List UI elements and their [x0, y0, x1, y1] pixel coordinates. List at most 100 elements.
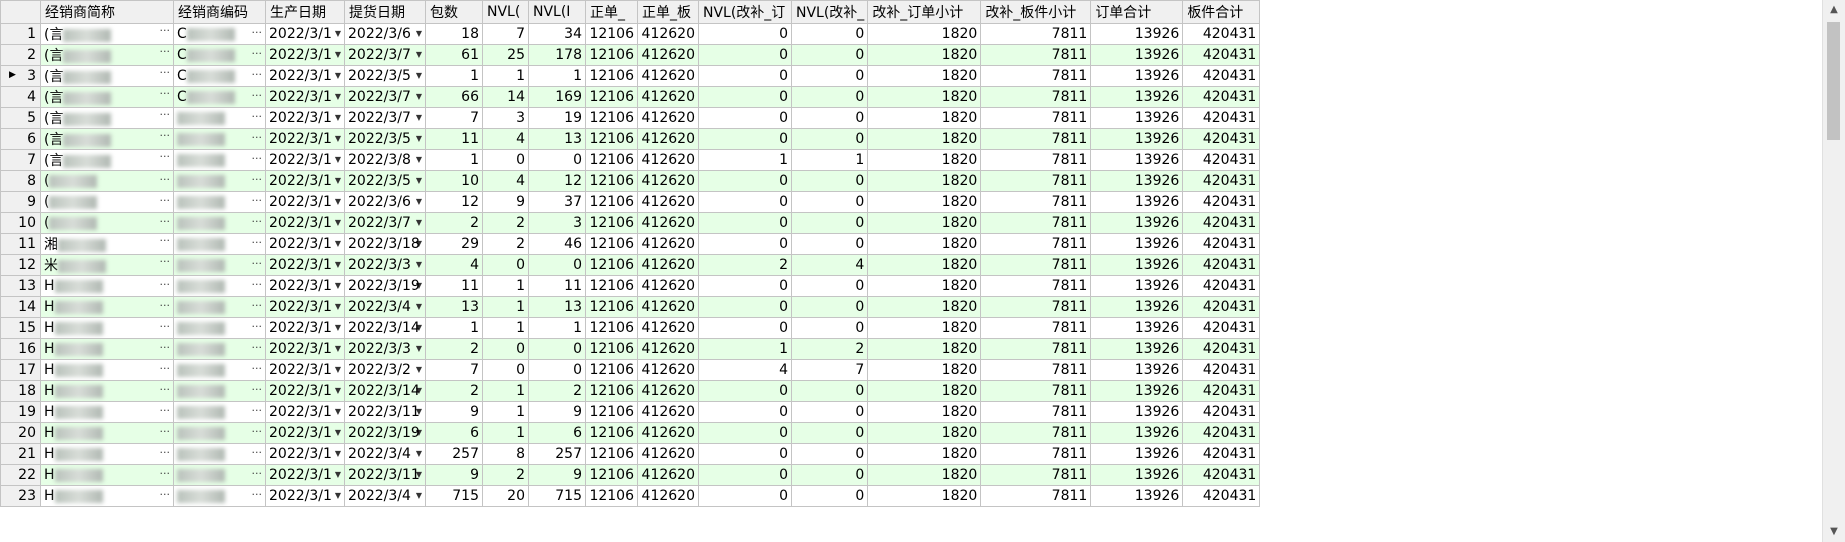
cell-t2[interactable]: 420431: [1182, 212, 1261, 234]
dropdown-arrow-icon[interactable]: ▼: [416, 218, 422, 227]
cell-code[interactable]: ···: [173, 107, 266, 129]
cell-pk[interactable]: 1: [425, 149, 483, 171]
cell-pick[interactable]: ▼ 2022/3/19: [344, 422, 426, 444]
cell-v1[interactable]: 0: [482, 359, 529, 381]
cell-name[interactable]: ··· H: [40, 422, 174, 444]
cell-t2[interactable]: 420431: [1182, 359, 1261, 381]
cell-code[interactable]: ···: [173, 401, 266, 423]
cell-pick[interactable]: ▼ 2022/3/3: [344, 338, 426, 360]
ellipsis-button[interactable]: ···: [252, 152, 263, 165]
ellipsis-button[interactable]: ···: [160, 88, 171, 101]
row-header[interactable]: 15: [0, 317, 41, 339]
cell-prod[interactable]: ▼ 2022/3/1: [265, 317, 345, 339]
cell-prod[interactable]: ▼ 2022/3/1: [265, 485, 345, 507]
cell-prod[interactable]: ▼ 2022/3/1: [265, 128, 345, 150]
dropdown-arrow-icon[interactable]: ▼: [335, 113, 341, 122]
cell-s2[interactable]: 7811: [980, 44, 1092, 66]
cell-pk[interactable]: 13: [425, 296, 483, 318]
cell-v1[interactable]: 1: [482, 422, 529, 444]
cell-t1[interactable]: 13926: [1090, 443, 1184, 465]
row-header[interactable]: 20: [0, 422, 41, 444]
cell-g1[interactable]: 0: [698, 380, 792, 402]
cell-t1[interactable]: 13926: [1090, 401, 1184, 423]
cell-pk[interactable]: 2: [425, 380, 483, 402]
row-header[interactable]: 17: [0, 359, 41, 381]
cell-t2[interactable]: 420431: [1182, 443, 1261, 465]
dropdown-arrow-icon[interactable]: ▼: [335, 218, 341, 227]
cell-t1[interactable]: 13926: [1090, 233, 1184, 255]
cell-s1[interactable]: 1820: [867, 86, 982, 108]
cell-s2[interactable]: 7811: [980, 464, 1092, 486]
cell-v2[interactable]: 37: [528, 191, 586, 213]
ellipsis-button[interactable]: ···: [160, 362, 171, 375]
ellipsis-button[interactable]: ···: [252, 320, 263, 333]
cell-s1[interactable]: 1820: [867, 44, 982, 66]
cell-g1[interactable]: 0: [698, 191, 792, 213]
ellipsis-button[interactable]: ···: [160, 25, 171, 38]
cell-g1[interactable]: 0: [698, 401, 792, 423]
ellipsis-button[interactable]: ···: [252, 278, 263, 291]
cell-g2[interactable]: 0: [790, 65, 869, 87]
data-grid[interactable]: 经销商简称 经销商编码 生产日期 提货日期 包数 NVL( NVL(I 正单_ …: [0, 0, 1822, 542]
cell-pk[interactable]: 9: [425, 464, 483, 486]
cell-t2[interactable]: 420431: [1182, 401, 1261, 423]
ellipsis-button[interactable]: ···: [160, 256, 171, 269]
cell-v1[interactable]: 4: [482, 170, 529, 192]
dropdown-arrow-icon[interactable]: ▼: [416, 134, 422, 143]
cell-t2[interactable]: 420431: [1182, 107, 1261, 129]
table-row[interactable]: 2 ··· (言 ··· C ▼ 2022/3/1 ▼ 2022/3/7 61 25 178 12106…: [0, 44, 1261, 66]
cell-g1[interactable]: 0: [698, 443, 792, 465]
cell-z2[interactable]: 412620: [637, 149, 699, 171]
cell-g2[interactable]: 0: [790, 296, 869, 318]
cell-g1[interactable]: 0: [698, 464, 792, 486]
cell-v2[interactable]: 257: [528, 443, 586, 465]
ellipsis-button[interactable]: ···: [252, 404, 263, 417]
cell-g1[interactable]: 0: [698, 485, 792, 507]
cell-g1[interactable]: 1: [698, 338, 792, 360]
ellipsis-button[interactable]: ···: [252, 383, 263, 396]
cell-t2[interactable]: 420431: [1182, 380, 1261, 402]
cell-name[interactable]: ··· H: [40, 464, 174, 486]
cell-v1[interactable]: 0: [482, 254, 529, 276]
cell-g1[interactable]: 0: [698, 44, 792, 66]
dropdown-arrow-icon[interactable]: ▼: [416, 92, 422, 101]
cell-z1[interactable]: 12106: [585, 359, 638, 381]
cell-t1[interactable]: 13926: [1090, 212, 1184, 234]
cell-pick[interactable]: ▼ 2022/3/11: [344, 464, 426, 486]
cell-t2[interactable]: 420431: [1182, 338, 1261, 360]
ellipsis-button[interactable]: ···: [252, 341, 263, 354]
cell-t2[interactable]: 420431: [1182, 191, 1261, 213]
cell-z1[interactable]: 12106: [585, 380, 638, 402]
cell-code[interactable]: ··· C: [173, 23, 266, 45]
cell-pk[interactable]: 12: [425, 191, 483, 213]
ellipsis-button[interactable]: ···: [160, 130, 171, 143]
cell-name[interactable]: ··· (言: [40, 44, 174, 66]
cell-pick[interactable]: ▼ 2022/3/7: [344, 107, 426, 129]
cell-pick[interactable]: ▼ 2022/3/5: [344, 128, 426, 150]
cell-z2[interactable]: 412620: [637, 44, 699, 66]
col-header-pick-date[interactable]: 提货日期: [344, 0, 426, 24]
cell-s1[interactable]: 1820: [867, 296, 982, 318]
cell-name[interactable]: ···(: [40, 212, 174, 234]
cell-t2[interactable]: 420431: [1182, 464, 1261, 486]
col-header-nvl-fix2[interactable]: NVL(改补_: [790, 0, 869, 24]
ellipsis-button[interactable]: ···: [252, 425, 263, 438]
cell-t2[interactable]: 420431: [1182, 422, 1261, 444]
cell-prod[interactable]: ▼ 2022/3/1: [265, 191, 345, 213]
cell-t1[interactable]: 13926: [1090, 380, 1184, 402]
table-row[interactable]: 7 ··· (言 ··· ▼ 2022/3/1 ▼ 2022/3/8 1 0 0 12106 41262…: [0, 149, 1261, 171]
cell-prod[interactable]: ▼ 2022/3/1: [265, 86, 345, 108]
cell-s1[interactable]: 1820: [867, 380, 982, 402]
ellipsis-button[interactable]: ···: [252, 110, 263, 123]
cell-s2[interactable]: 7811: [980, 359, 1092, 381]
cell-t1[interactable]: 13926: [1090, 128, 1184, 150]
cell-pk[interactable]: 61: [425, 44, 483, 66]
cell-code[interactable]: ···: [173, 359, 266, 381]
cell-s2[interactable]: 7811: [980, 191, 1092, 213]
cell-pk[interactable]: 11: [425, 275, 483, 297]
cell-pick[interactable]: ▼ 2022/3/7: [344, 86, 426, 108]
cell-prod[interactable]: ▼ 2022/3/1: [265, 107, 345, 129]
cell-prod[interactable]: ▼ 2022/3/1: [265, 254, 345, 276]
cell-z2[interactable]: 412620: [637, 296, 699, 318]
dropdown-arrow-icon[interactable]: ▼: [335, 344, 341, 353]
